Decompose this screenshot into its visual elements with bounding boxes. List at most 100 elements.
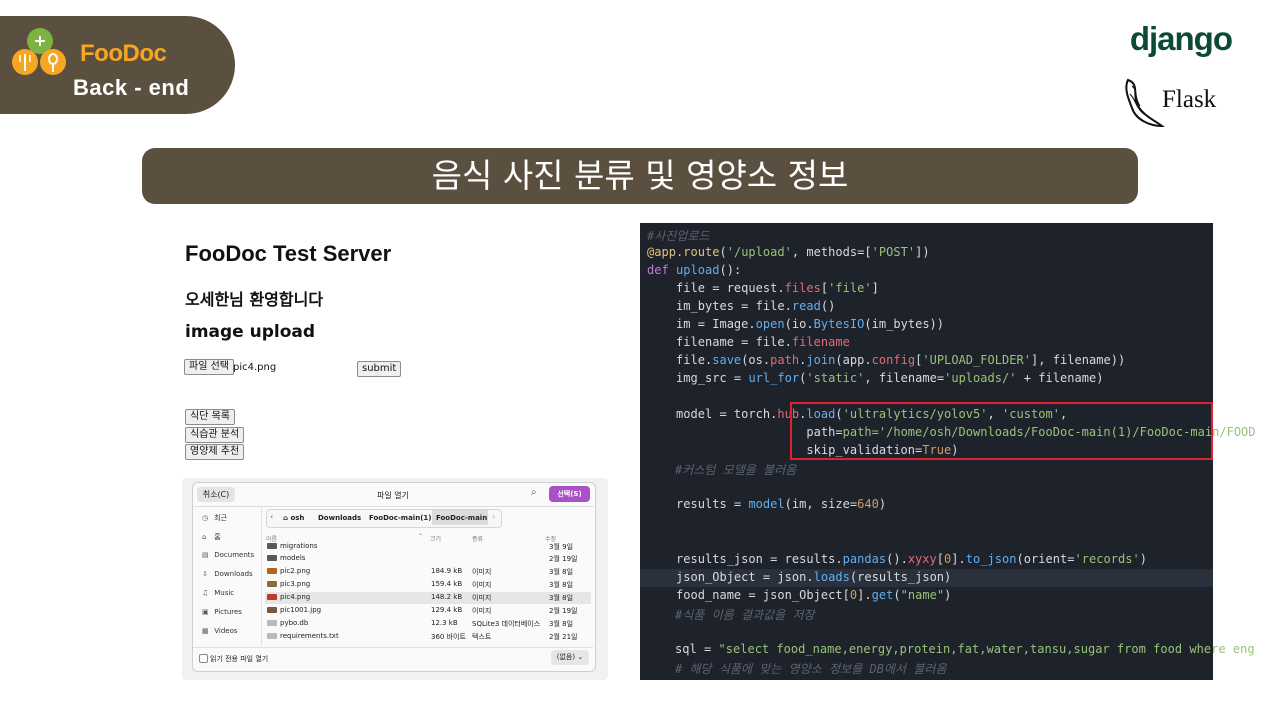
chosen-file-name: pic4.png xyxy=(233,362,277,373)
code-line: json_Object = json.loads(results_json) xyxy=(647,570,952,584)
code-line: sql = "select food_name,energy,protein,f… xyxy=(675,642,1255,656)
file-size: 184.9 kB xyxy=(431,567,463,575)
file-row[interactable]: pic1001.jpg 129.4 kB 이미지 2월 19일 xyxy=(265,605,591,617)
dialog-title: 파일 열기 xyxy=(377,491,409,500)
file-name: pic3.png xyxy=(280,580,311,588)
code-line: im_bytes = file.read() xyxy=(647,299,836,313)
code-line: filename = file.filename xyxy=(647,335,850,349)
image-icon xyxy=(267,607,277,613)
file-row[interactable]: pic2.png 184.9 kB 이미지 3월 8일 xyxy=(265,566,591,578)
brand-name: FooDoc xyxy=(80,40,167,67)
welcome-text: 오세한님 환영합니다 xyxy=(185,290,324,309)
file-name: requirements.txt xyxy=(280,632,339,640)
code-line: #커스텀 모델을 불러옴 xyxy=(675,463,797,477)
code-line: #사진업로드 xyxy=(647,229,710,243)
image-icon xyxy=(267,568,277,574)
file-size: 129.4 kB xyxy=(431,606,463,614)
folder-icon xyxy=(267,555,277,561)
sidebar-item-label: Videos xyxy=(214,627,238,635)
file-type: 이미지 xyxy=(472,594,492,602)
file-type: SQLite3 데이터베이스 xyxy=(472,620,541,628)
image-icon xyxy=(267,581,277,587)
code-line: #식품 이름 결과값을 저장 xyxy=(675,608,815,622)
slide-title: 음식 사진 분류 및 영양소 정보 xyxy=(142,148,1138,204)
file-date: 3월 8일 xyxy=(549,620,574,628)
file-name-cell: pybo.db xyxy=(267,619,308,627)
submit-button[interactable]: submit xyxy=(357,361,402,377)
file-name: pic1001.jpg xyxy=(280,606,322,614)
sidebar-item[interactable]: ⇩ Downloads xyxy=(202,570,253,578)
code-line: @app.route('/upload', methods=['POST']) xyxy=(647,245,930,259)
diet-list-button[interactable]: 식단 목록 xyxy=(185,409,235,425)
file-date: 3월 8일 xyxy=(549,594,574,602)
brand-subtitle: Back - end xyxy=(73,75,190,100)
clock-icon: ◷ xyxy=(202,514,209,522)
file-name-cell: pic1001.jpg xyxy=(267,606,321,614)
server-title: FooDoc Test Server xyxy=(185,241,392,266)
flask-logo-text: Flask xyxy=(1162,86,1217,113)
code-line: img_src = url_for('static', filename='up… xyxy=(647,371,1104,385)
home-icon: ⌂ xyxy=(202,533,207,541)
file-name: pic2.png xyxy=(280,567,311,575)
flask-horn-icon xyxy=(1125,78,1166,128)
dialog-select-button[interactable]: 선택(S) xyxy=(549,486,590,502)
file-row[interactable]: pybo.db 12.3 kB SQLite3 데이터베이스 3월 8일 xyxy=(265,618,591,630)
crumb-downloads[interactable]: Downloads xyxy=(318,514,361,522)
sidebar-item-label: 홈 xyxy=(214,533,221,541)
sidebar-item[interactable]: ▦ Videos xyxy=(202,627,238,635)
file-type: 이미지 xyxy=(472,581,492,589)
file-name: migrations xyxy=(280,542,318,550)
sidebar-item[interactable]: ▤ Documents xyxy=(202,551,254,559)
chevron-left-icon[interactable]: ‹ xyxy=(270,512,273,521)
file-icon xyxy=(267,620,277,626)
sidebar-item-label: Music xyxy=(214,589,235,597)
sidebar-item[interactable]: ◷ 최근 xyxy=(202,513,227,523)
code-line: im = Image.open(io.BytesIO(im_bytes)) xyxy=(647,317,945,331)
search-icon[interactable]: ⌕ xyxy=(531,487,537,498)
file-row[interactable]: requirements.txt 360 바이트 텍스트 2월 21일 xyxy=(265,631,591,643)
crumb-foodoc-main-1[interactable]: FooDoc-main(1) xyxy=(369,514,431,522)
file-type: 이미지 xyxy=(472,607,492,615)
svg-text:+: + xyxy=(33,31,46,50)
document-icon: ▤ xyxy=(202,551,209,559)
file-name-cell: pic4.png xyxy=(267,593,310,601)
sidebar-item[interactable]: ▣ Pictures xyxy=(202,608,242,616)
code-line: # 해당 식품에 맞는 영양소 정보를 DB에서 불러옴 xyxy=(675,662,947,676)
crumb-foodoc-main[interactable]: FooDoc-main xyxy=(436,514,487,522)
file-size: 159.4 kB xyxy=(431,580,463,588)
file-name-cell: pic2.png xyxy=(267,567,310,575)
file-date: 3월 8일 xyxy=(549,568,574,576)
readonly-checkbox[interactable] xyxy=(199,654,208,663)
file-filter-select[interactable]: (없음) ⌄ xyxy=(551,650,589,665)
eating-habit-analysis-button[interactable]: 식습관 분석 xyxy=(185,427,245,443)
file-row[interactable]: models 2월 19일 xyxy=(265,553,591,565)
file-type: 이미지 xyxy=(472,568,492,576)
file-name-cell: requirements.txt xyxy=(267,632,339,640)
code-line: def upload(): xyxy=(647,263,742,277)
sidebar-item-label: Downloads xyxy=(214,570,253,578)
file-date: 2월 21일 xyxy=(549,633,578,641)
music-icon: ♫ xyxy=(202,589,209,597)
sidebar-item[interactable]: ⌂ 홈 xyxy=(202,532,221,542)
file-select-button[interactable]: 파일 선택 xyxy=(184,359,234,375)
file-size: 360 바이트 xyxy=(431,633,466,641)
video-icon: ▦ xyxy=(202,627,209,635)
file-name: models xyxy=(280,554,306,562)
sidebar-item-label: Pictures xyxy=(214,608,242,616)
sidebar-item[interactable]: ♫ Music xyxy=(202,589,234,597)
code-line: food_name = json_Object[0].get("name") xyxy=(647,588,952,602)
home-icon: ⌂ xyxy=(283,514,289,522)
file-type: 텍스트 xyxy=(472,633,492,641)
django-logo: django xyxy=(1129,20,1233,57)
dialog-cancel-button[interactable]: 취소(C) xyxy=(197,487,235,502)
file-row[interactable]: migrations 3월 9일 xyxy=(265,541,591,553)
chevron-right-icon[interactable]: › xyxy=(492,512,495,521)
file-row[interactable]: pic3.png 159.4 kB 이미지 3월 8일 xyxy=(265,579,591,591)
file-row[interactable]: pic4.png 148.2 kB 이미지 3월 8일 xyxy=(265,592,591,604)
file-date: 3월 8일 xyxy=(549,581,574,589)
crumb-home[interactable]: ⌂ osh xyxy=(283,514,304,522)
supplement-recommend-button[interactable]: 영양제 추천 xyxy=(185,444,245,460)
chevron-down-icon: ⌄ xyxy=(577,653,584,661)
picture-icon: ▣ xyxy=(202,608,209,616)
file-name: pic4.png xyxy=(280,593,311,601)
